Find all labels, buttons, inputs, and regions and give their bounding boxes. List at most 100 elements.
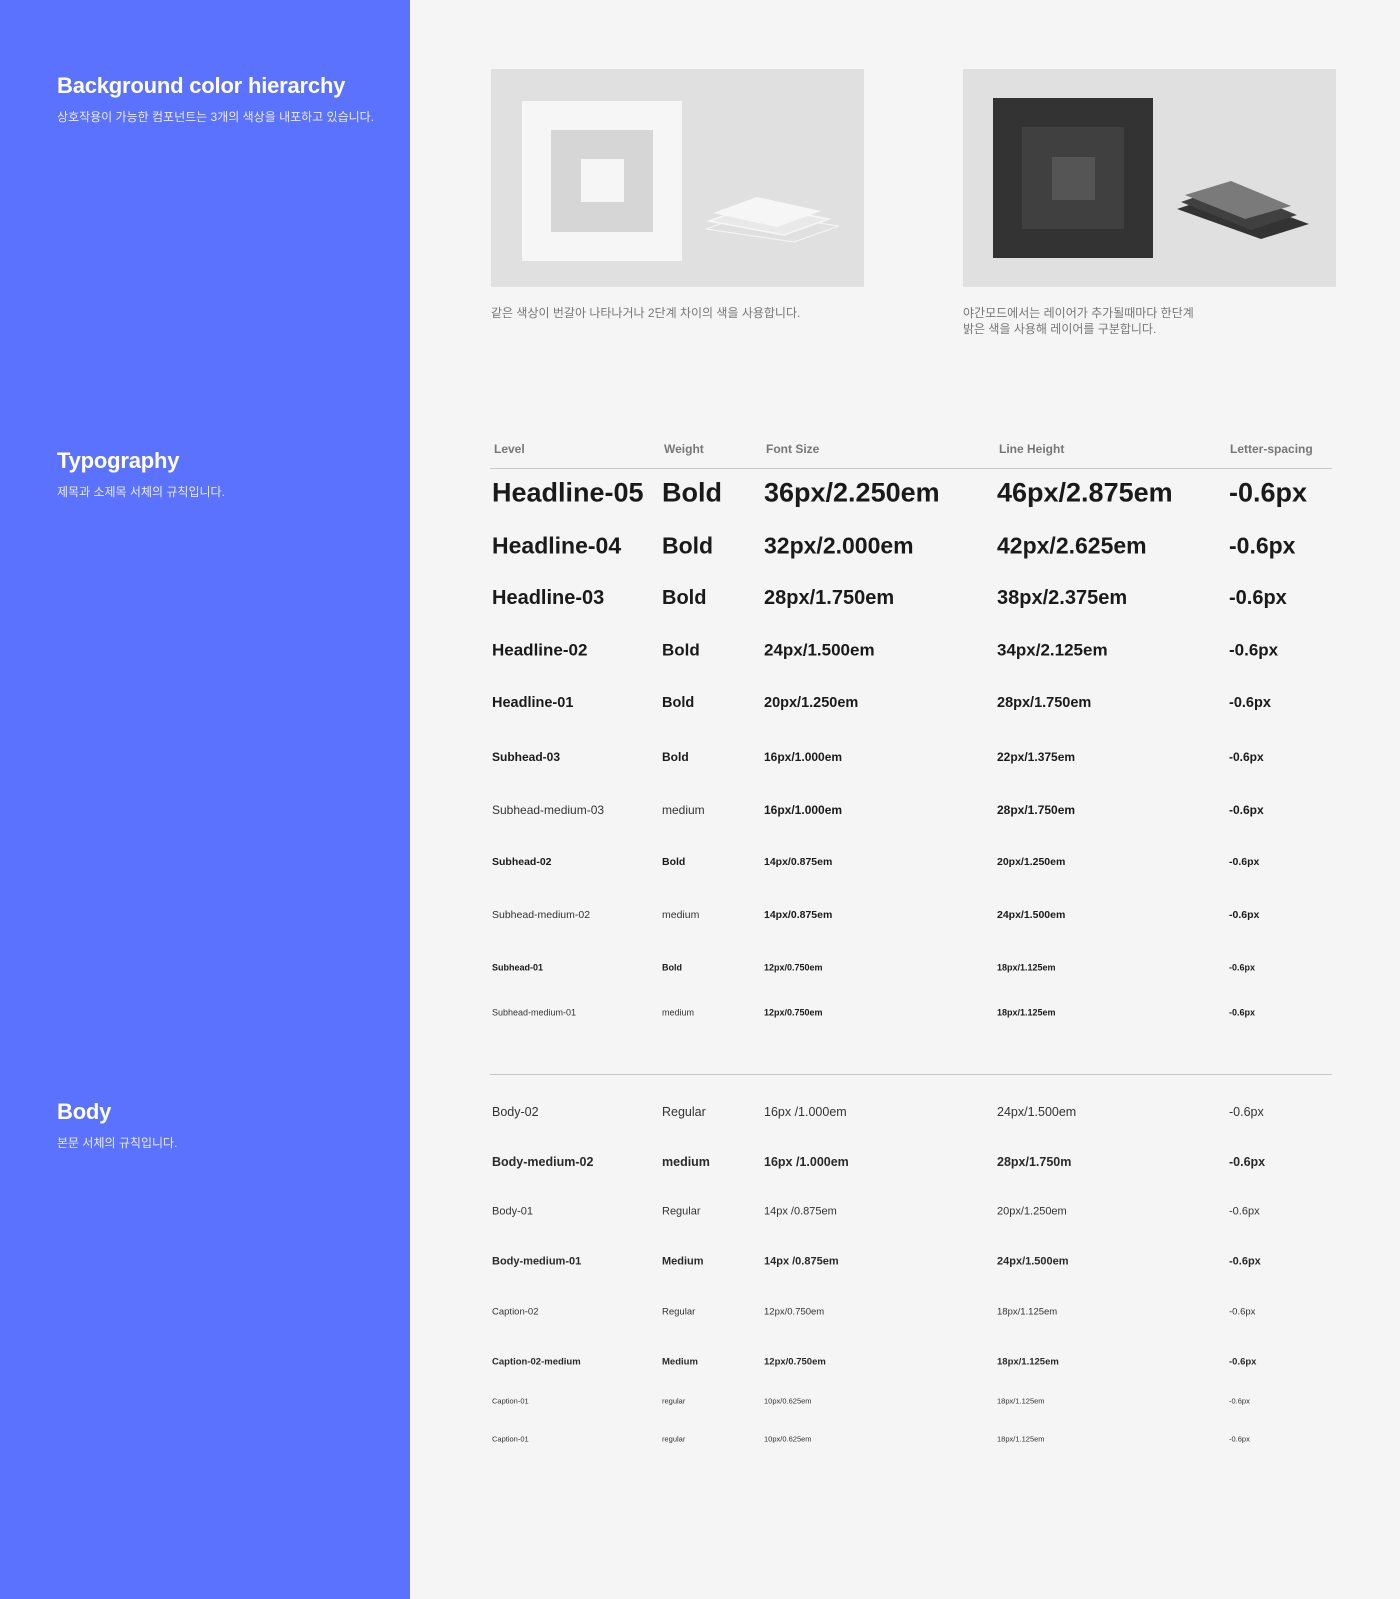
letter-spacing-cell: -0.6px bbox=[1229, 694, 1271, 711]
letter-spacing-cell: -0.6px bbox=[1229, 750, 1264, 764]
letter-spacing-cell: -0.6px bbox=[1229, 1104, 1264, 1119]
line-height-cell: 18px/1.125em bbox=[997, 1356, 1059, 1368]
weight-cell: medium bbox=[662, 803, 705, 817]
level-cell: Caption-02-medium bbox=[492, 1356, 581, 1368]
weight-cell: Regular bbox=[662, 1306, 696, 1318]
light-mode-caption: 같은 색상이 번갈아 나타나거나 2단계 차이의 색을 사용합니다. bbox=[491, 306, 801, 320]
letter-spacing-cell: -0.6px bbox=[1229, 640, 1279, 660]
weight-cell: Medium bbox=[662, 1356, 698, 1368]
body-title: Body bbox=[57, 1099, 112, 1124]
weight-cell: Regular bbox=[662, 1104, 706, 1119]
weight-cell: medium bbox=[662, 908, 700, 921]
level-cell: Headline-01 bbox=[492, 694, 574, 711]
line-height-cell: 18px/1.125em bbox=[997, 1434, 1045, 1444]
level-cell: Headline-05 bbox=[492, 477, 644, 508]
bg-hierarchy-desc: 상호작용이 가능한 컴포넌트는 3개의 색상을 내포하고 있습니다. bbox=[57, 110, 375, 124]
line-height-cell: 28px/1.750em bbox=[997, 803, 1076, 817]
header-letter-spacing: Letter-spacing bbox=[1230, 442, 1313, 456]
line-height-cell: 38px/2.375em bbox=[997, 587, 1128, 609]
letter-spacing-cell: -0.6px bbox=[1229, 532, 1296, 559]
line-height-cell: 24px/1.500em bbox=[997, 908, 1066, 921]
font-size-cell: 14px /0.875em bbox=[764, 1255, 839, 1268]
weight-cell: medium bbox=[662, 1007, 695, 1018]
body-desc: 본문 서체의 규칙입니다. bbox=[57, 1136, 178, 1150]
light-layer-stack-icon bbox=[705, 197, 840, 243]
letter-spacing-cell: -0.6px bbox=[1229, 1154, 1266, 1169]
header-level: Level bbox=[494, 442, 525, 456]
font-size-cell: 16px /1.000em bbox=[764, 1104, 847, 1119]
header-divider bbox=[490, 468, 1332, 469]
letter-spacing-cell: -0.6px bbox=[1229, 962, 1256, 973]
weight-cell: Bold bbox=[662, 477, 722, 508]
font-size-cell: 20px/1.250em bbox=[764, 694, 859, 711]
font-size-cell: 12px/0.750em bbox=[764, 962, 823, 973]
weight-cell: Bold bbox=[662, 962, 682, 973]
line-height-cell: 46px/2.875em bbox=[997, 477, 1173, 508]
font-size-cell: 12px/0.750em bbox=[764, 1306, 825, 1318]
line-height-cell: 18px/1.125em bbox=[997, 1396, 1045, 1406]
letter-spacing-cell: -0.6px bbox=[1229, 1306, 1256, 1318]
letter-spacing-cell: -0.6px bbox=[1229, 908, 1260, 921]
dark-layer-stack-icon bbox=[1177, 181, 1309, 239]
level-cell: Headline-04 bbox=[492, 532, 622, 559]
level-cell: Body-01 bbox=[492, 1205, 533, 1218]
letter-spacing-cell: -0.6px bbox=[1229, 1396, 1250, 1406]
line-height-cell: 42px/2.625em bbox=[997, 532, 1147, 559]
level-cell: Headline-02 bbox=[492, 640, 588, 660]
level-cell: Caption-02 bbox=[492, 1306, 539, 1318]
line-height-cell: 24px/1.500em bbox=[997, 1255, 1069, 1268]
letter-spacing-cell: -0.6px bbox=[1229, 1434, 1250, 1444]
level-cell: Subhead-medium-03 bbox=[492, 803, 605, 817]
light-mode-illustration bbox=[491, 69, 864, 287]
font-size-cell: 32px/2.000em bbox=[764, 532, 914, 559]
weight-cell: Bold bbox=[662, 750, 689, 764]
line-height-cell: 22px/1.375em bbox=[997, 750, 1076, 764]
typography-title: Typography bbox=[57, 448, 180, 473]
typography-section: Typography 제목과 소제목 서체의 규칙입니다. bbox=[57, 448, 225, 500]
level-cell: Subhead-01 bbox=[492, 962, 544, 973]
level-cell: Caption-01 bbox=[492, 1396, 529, 1406]
weight-cell: Bold bbox=[662, 587, 707, 609]
line-height-cell: 24px/1.500em bbox=[997, 1104, 1077, 1119]
body-section: Body 본문 서체의 규칙입니다. bbox=[57, 1099, 177, 1151]
line-height-cell: 18px/1.125em bbox=[997, 1306, 1058, 1318]
bg-hierarchy-title: Background color hierarchy bbox=[57, 73, 346, 98]
weight-cell: Bold bbox=[662, 640, 700, 660]
level-cell: Subhead-02 bbox=[492, 855, 552, 868]
line-height-cell: 20px/1.250em bbox=[997, 855, 1066, 868]
weight-cell: regular bbox=[662, 1396, 686, 1406]
dark-mode-illustration bbox=[963, 69, 1336, 287]
weight-cell: Bold bbox=[662, 855, 686, 868]
letter-spacing-cell: -0.6px bbox=[1229, 1007, 1256, 1018]
letter-spacing-cell: -0.6px bbox=[1229, 1255, 1261, 1268]
body-divider bbox=[490, 1074, 1332, 1075]
level-cell: Subhead-medium-02 bbox=[492, 908, 591, 921]
level-cell: Caption-01 bbox=[492, 1434, 529, 1444]
letter-spacing-cell: -0.6px bbox=[1229, 477, 1308, 508]
bg-hierarchy-section: Background color hierarchy 상호작용이 가능한 컴포넌… bbox=[57, 73, 374, 125]
font-size-cell: 10px/0.625em bbox=[764, 1434, 812, 1444]
line-height-cell: 18px/1.125em bbox=[997, 1007, 1056, 1018]
font-size-cell: 16px /1.000em bbox=[764, 1154, 849, 1169]
line-height-cell: 34px/2.125em bbox=[997, 640, 1108, 660]
weight-cell: Bold bbox=[662, 694, 695, 711]
weight-cell: Regular bbox=[662, 1205, 701, 1218]
font-size-cell: 24px/1.500em bbox=[764, 640, 875, 660]
typography-desc: 제목과 소제목 서체의 규칙입니다. bbox=[57, 485, 225, 499]
font-size-cell: 36px/2.250em bbox=[764, 477, 940, 508]
letter-spacing-cell: -0.6px bbox=[1229, 587, 1287, 609]
letter-spacing-cell: -0.6px bbox=[1229, 1205, 1260, 1218]
header-line-height: Line Height bbox=[999, 442, 1065, 456]
weight-cell: Medium bbox=[662, 1255, 704, 1268]
letter-spacing-cell: -0.6px bbox=[1229, 1356, 1257, 1368]
font-size-cell: 14px/0.875em bbox=[764, 908, 833, 921]
letter-spacing-cell: -0.6px bbox=[1229, 855, 1260, 868]
font-size-cell: 14px/0.875em bbox=[764, 855, 833, 868]
weight-cell: Bold bbox=[662, 532, 714, 559]
line-height-cell: 18px/1.125em bbox=[997, 962, 1056, 973]
sidebar: Background color hierarchy 상호작용이 가능한 컴포넌… bbox=[0, 0, 410, 1599]
header-font-size: Font Size bbox=[766, 442, 820, 456]
line-height-cell: 28px/1.750em bbox=[997, 694, 1092, 711]
font-size-cell: 14px /0.875em bbox=[764, 1205, 837, 1218]
level-cell: Body-02 bbox=[492, 1104, 539, 1119]
